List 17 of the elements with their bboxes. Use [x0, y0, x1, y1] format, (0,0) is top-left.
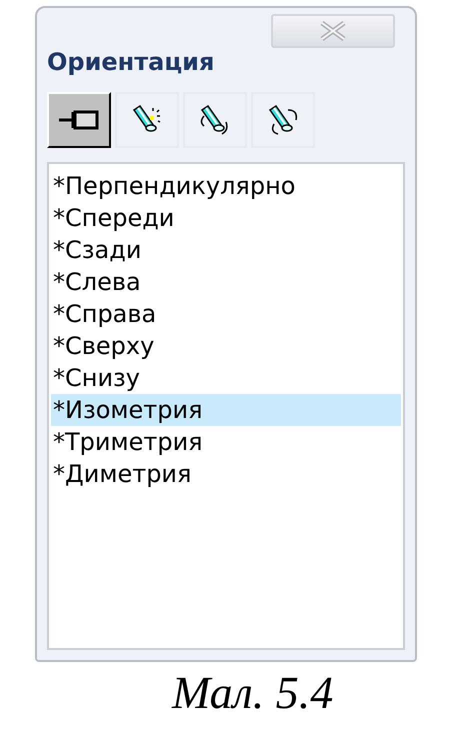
- view-item[interactable]: *Диметрия: [51, 458, 401, 490]
- view-item[interactable]: *Справа: [51, 298, 401, 330]
- view-item[interactable]: *Изометрия: [51, 394, 401, 426]
- view-item[interactable]: *Слева: [51, 266, 401, 298]
- view-item[interactable]: *Триметрия: [51, 426, 401, 458]
- toolbar-button[interactable]: [115, 92, 179, 148]
- spotlight-reset-icon: [266, 104, 300, 136]
- toolbar-button[interactable]: [183, 92, 247, 148]
- pushpin-icon: [57, 108, 101, 132]
- figure-caption: Мал. 5.4: [172, 666, 334, 719]
- view-item[interactable]: *Снизу: [51, 362, 401, 394]
- view-item[interactable]: *Спереди: [51, 202, 401, 234]
- toolbar-button[interactable]: [251, 92, 315, 148]
- view-item[interactable]: *Сзади: [51, 234, 401, 266]
- view-item[interactable]: *Сверху: [51, 330, 401, 362]
- panel-title: Ориентация: [47, 48, 214, 76]
- view-item[interactable]: *Перпендикулярно: [51, 170, 401, 202]
